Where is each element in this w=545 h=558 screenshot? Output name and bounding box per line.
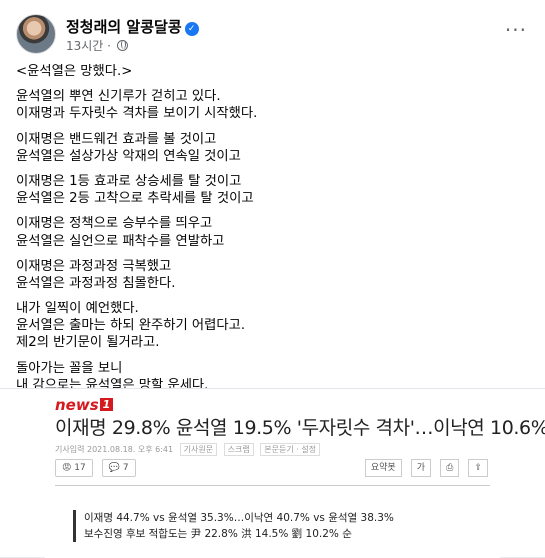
verified-badge-icon: ✓ xyxy=(184,22,199,36)
post-paragraph: 이재명은 1등 효과로 상승세를 탈 것이고윤석열은 2등 고착으로 추락세를 … xyxy=(16,173,531,207)
font-size-icon: 가 xyxy=(410,459,432,477)
post-text-line: 이재명은 과정과정 극복했고 xyxy=(16,258,172,274)
globe-icon xyxy=(116,40,128,51)
angry-reaction: 😡 17 xyxy=(55,459,93,477)
article-tag-original: 기사원문 xyxy=(179,443,218,456)
post-text-line: 이재명과 두자릿수 격차를 보이기 시작했다. xyxy=(16,106,258,122)
post-paragraph: 내가 일찍이 예언했다. 윤서열은 출마는 하되 완주하기 어렵다고. 제2의 반기… xyxy=(16,300,531,352)
article-tools: 요약봇 가 ⎙ ⇪ xyxy=(361,455,488,477)
post-text-line: 윤석열은 실언으로 패착수를 연발하고 xyxy=(16,233,225,249)
author-avatar[interactable] xyxy=(16,14,56,54)
post-paragraph: 이재명은 밴드웨건 효과를 볼 것이고 윤석열은 설상가상 악재의 연속일 것이고 xyxy=(16,131,531,165)
article-tag-scrap: 스크랩 xyxy=(223,443,254,456)
share-icon: ⇪ xyxy=(468,459,488,477)
news-logo-text: news xyxy=(55,396,99,414)
post-text-line: 윤석열은 2등 고착으로 추락세를 탈 것이고 xyxy=(16,191,254,207)
author-name[interactable]: 정청래의 알콩달콩 ✓ xyxy=(66,16,199,37)
post-text-line: <윤석열은 망했다.> xyxy=(16,64,133,79)
post-text-line: 돌아가는 꼴을 보니 xyxy=(16,360,123,376)
summary-line: 보수진영 후보 적합도는 尹 22.8% 洪 14.5% 劉 10.2% 순 xyxy=(84,528,352,540)
post-text-line: 내가 일찍이 예언했다. xyxy=(16,301,139,317)
post-text-line: 윤서열은 출마는 하되 완주하기 어렵다고. xyxy=(16,318,246,334)
post-paragraph: 이재명은 정책으로 승부수를 띄우고 윤석열은 실언으로 패착수를 연발하고 xyxy=(16,215,531,249)
article-date: 기사입력 2021.08.18. 오후 6:41 xyxy=(55,445,174,454)
post-body: <윤석열은 망했다.> 윤석열의 뿌연 신기루가 걷히고 있다. 이재명과 두자릿수… xyxy=(16,63,531,402)
post-text-line: 이재명은 1등 효과로 상승세를 탈 것이고 xyxy=(16,173,242,189)
news1-logo: news 1 xyxy=(55,395,114,415)
article-reactions: 😡 17 💬 7 xyxy=(55,455,140,477)
news-article-screenshot: news 1 이재명 29.8% 윤석열 19.5% '두자릿수 격차'…이낙연 … xyxy=(45,389,545,558)
post-timestamp[interactable]: 13시간 · xyxy=(66,37,128,54)
summary-bot-button: 요약봇 xyxy=(364,459,402,477)
post-header: 정청래의 알콩달콩 ✓ 13시간 · ··· xyxy=(16,14,533,58)
post-text-line: 이재명은 정책으로 승부수를 띄우고 xyxy=(16,216,213,232)
article-tag-listen: 본문듣기 · 설정 xyxy=(260,443,321,456)
comment-count: 💬 7 xyxy=(101,459,136,477)
post-card: 정청래의 알콩달콩 ✓ 13시간 · ··· <윤석열은 망했다.> 윤석열의 뿌연… xyxy=(0,0,545,558)
post-time-text[interactable]: 13시간 · xyxy=(66,39,111,53)
news-logo-box: 1 xyxy=(99,398,114,411)
post-text-line: 윤석열은 과정과정 침몰한다. xyxy=(16,275,176,291)
more-options-icon[interactable]: ··· xyxy=(505,20,527,40)
author-name-text[interactable]: 정청래의 알콩달콩 xyxy=(66,18,182,36)
post-text-line: 제2의 반기문이 될거라고. xyxy=(16,335,160,351)
shared-image[interactable]: news 1 이재명 29.8% 윤석열 19.5% '두자릿수 격차'…이낙연 … xyxy=(0,388,545,558)
post-paragraph: 윤석열의 뿌연 신기루가 걷히고 있다. 이재명과 두자릿수 격차를 보이기 시작… xyxy=(16,88,531,122)
post-paragraph: <윤석열은 망했다.> xyxy=(16,63,531,80)
article-divider xyxy=(55,485,490,486)
article-headline: 이재명 29.8% 윤석열 19.5% '두자릿수 격차'…이낙연 10.6% xyxy=(55,417,545,439)
summary-line: 이재명 44.7% vs 윤석열 35.3%…이낙연 40.7% vs 윤석열 … xyxy=(84,512,394,524)
post-text-line: 윤석열은 설상가상 악재의 연속일 것이고 xyxy=(16,148,241,164)
post-text-line: 이재명은 밴드웨건 효과를 볼 것이고 xyxy=(16,131,217,147)
post-paragraph: 이재명은 과정과정 극복했고 윤석열은 과정과정 침몰한다. xyxy=(16,258,531,292)
article-summary: 이재명 44.7% vs 윤석열 35.3%…이낙연 40.7% vs 윤석열 … xyxy=(73,510,394,542)
print-icon: ⎙ xyxy=(440,459,460,477)
post-text-line: 윤석열의 뿌연 신기루가 걷히고 있다. xyxy=(16,89,221,105)
